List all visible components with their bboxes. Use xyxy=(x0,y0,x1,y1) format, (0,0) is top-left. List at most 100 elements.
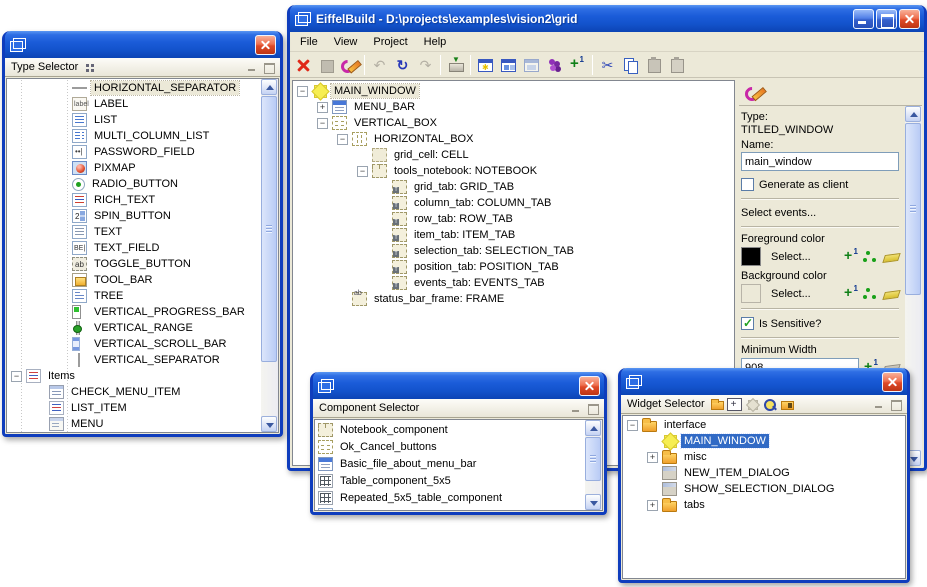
tree-item[interactable]: + MENU_BAR xyxy=(293,99,734,115)
tree-item[interactable]: −HORIZONTAL_BOX xyxy=(293,131,734,147)
expander-minus-icon[interactable]: − xyxy=(317,118,328,129)
tree-item[interactable]: row_tab: ROW_TAB xyxy=(293,211,734,227)
tree-item[interactable]: LIST_ITEM xyxy=(7,400,261,416)
menu-project[interactable]: Project xyxy=(365,33,415,51)
tree-item[interactable]: SHOW_SELECTION_DIALOG xyxy=(623,481,905,497)
widget-selector-header[interactable]: Widget Selector xyxy=(621,395,907,414)
add-one-button[interactable] xyxy=(566,54,589,76)
tree-item-label[interactable]: grid_tab: GRID_TAB xyxy=(411,180,517,194)
tree-item[interactable]: column_tab: COLUMN_TAB xyxy=(293,195,734,211)
tree-item-label[interactable]: LIST xyxy=(91,113,120,127)
maximize-button[interactable] xyxy=(876,9,897,29)
close-button[interactable] xyxy=(579,376,600,396)
foreground-swatch[interactable] xyxy=(741,247,761,266)
close-button[interactable] xyxy=(882,372,903,392)
tree-item[interactable]: −VERTICAL_BOX xyxy=(293,115,734,131)
tree-item-label[interactable]: PASSWORD_FIELD xyxy=(91,145,198,159)
tree-item-label[interactable]: status_bar_frame: FRAME xyxy=(371,292,507,306)
list-item[interactable]: Basic_file_about_menu_bar xyxy=(315,455,585,472)
tree-item-label[interactable]: RICH_TEXT xyxy=(91,193,158,207)
window-preview-button[interactable] xyxy=(497,54,520,76)
tree-item-label[interactable]: Items xyxy=(45,369,78,383)
tree-item[interactable]: events_tab: EVENTS_TAB xyxy=(293,275,734,291)
tree-item-label[interactable]: LABEL xyxy=(91,97,131,111)
scroll-thumb[interactable] xyxy=(905,123,921,295)
tree-item-label[interactable]: SHOW_SELECTION_DIALOG xyxy=(681,482,837,496)
tree-item[interactable]: +misc xyxy=(623,449,905,465)
close-button[interactable] xyxy=(899,9,920,29)
tree-item-label[interactable]: MAIN_WINDOW xyxy=(331,84,419,98)
panel-minimize-button[interactable] xyxy=(569,402,583,415)
scroll-thumb[interactable] xyxy=(261,96,277,362)
tree-item[interactable]: −interface xyxy=(623,417,905,433)
tree-item-label[interactable]: MAIN_WINDOW xyxy=(681,434,769,448)
tree-item[interactable]: status_bar_frame: FRAME xyxy=(293,291,734,307)
tree-item[interactable]: TREE xyxy=(7,288,261,304)
scroll-up-button[interactable] xyxy=(261,79,277,95)
scroll-up-button[interactable] xyxy=(585,420,601,436)
select-events-link[interactable]: Select events... xyxy=(741,205,899,221)
tree-item-label[interactable]: VERTICAL_SCROLL_BAR xyxy=(91,337,229,351)
generate-button[interactable] xyxy=(444,54,467,76)
new-directory-button[interactable] xyxy=(711,401,724,410)
tree-item-label[interactable]: TOGGLE_BUTTON xyxy=(91,257,194,271)
panel-maximize-button[interactable] xyxy=(262,61,276,74)
type-selector-scrollbar[interactable] xyxy=(261,79,278,432)
tree-item-label[interactable]: interface xyxy=(661,418,709,432)
tree-item-label[interactable]: VERTICAL_SEPARATOR xyxy=(91,353,223,367)
list-item[interactable]: Table_component_5x5 xyxy=(315,472,585,489)
tree-item-label[interactable]: MENU_BAR xyxy=(351,100,418,114)
tree-item[interactable]: position_tab: POSITION_TAB xyxy=(293,259,734,275)
search-button[interactable] xyxy=(763,398,778,411)
component-selector-header[interactable]: Component Selector xyxy=(313,399,604,418)
tree-item[interactable]: VERTICAL_SCROLL_BAR xyxy=(7,336,261,352)
list-item-label[interactable]: Repeated_5x5_table_component xyxy=(337,491,505,505)
expander-minus-icon[interactable]: − xyxy=(11,371,22,382)
tree-item[interactable]: +tabs xyxy=(623,497,905,513)
delete-button[interactable] xyxy=(292,54,315,76)
tree-item[interactable]: LABEL xyxy=(7,96,261,112)
expander-plus-icon[interactable]: + xyxy=(317,102,328,113)
component-list[interactable]: Notebook_component Ok_Cancel_buttonsBasic… xyxy=(315,421,585,510)
move-button[interactable] xyxy=(781,401,794,410)
tree-item-label[interactable]: TEXT xyxy=(91,225,125,239)
widget-tree[interactable]: −interfaceMAIN_WINDOW+miscNEW_ITEM_DIALO… xyxy=(623,417,905,578)
tree-item[interactable]: NEW_ITEM_DIALOG xyxy=(623,465,905,481)
list-item[interactable]: Repeated_5x5_table_component xyxy=(315,489,585,506)
tree-item[interactable]: MAIN_WINDOW xyxy=(623,433,905,449)
minimize-button[interactable] xyxy=(853,9,874,29)
tree-item[interactable]: TOOL_BAR xyxy=(7,272,261,288)
panel-maximize-button[interactable] xyxy=(586,402,600,415)
background-swatch[interactable] xyxy=(741,284,761,303)
foreground-select-button[interactable]: Select... xyxy=(771,251,839,263)
menu-file[interactable]: File xyxy=(292,33,326,51)
tree-item-label[interactable]: LIST_ITEM xyxy=(68,401,130,415)
tree-item[interactable]: CHECK_MENU_ITEM xyxy=(7,384,261,400)
copy-button[interactable] xyxy=(619,54,642,76)
tree-item-label[interactable]: item_tab: ITEM_TAB xyxy=(411,228,518,242)
tree-item[interactable]: MULTI_COLUMN_LIST xyxy=(7,128,261,144)
inherit-icon[interactable] xyxy=(863,250,879,264)
tree-item-label[interactable]: VERTICAL_RANGE xyxy=(91,321,196,335)
list-item[interactable]: Ok_Cancel_buttons xyxy=(315,438,585,455)
panel-minimize-button[interactable] xyxy=(872,398,886,411)
tree-item-label[interactable]: TEXT_FIELD xyxy=(91,241,162,255)
tree-item[interactable]: LIST xyxy=(7,112,261,128)
expander-plus-icon[interactable]: + xyxy=(647,452,658,463)
tree-item[interactable]: VERTICAL_SEPARATOR xyxy=(7,352,261,368)
tree-item-label[interactable]: column_tab: COLUMN_TAB xyxy=(411,196,554,210)
generate-as-client-checkbox[interactable] xyxy=(741,178,754,191)
tree-item-label[interactable]: events_tab: EVENTS_TAB xyxy=(411,276,548,290)
tree-item[interactable]: VERTICAL_PROGRESS_BAR xyxy=(7,304,261,320)
scroll-thumb[interactable] xyxy=(585,437,601,481)
widget-selector-titlebar[interactable] xyxy=(621,368,907,395)
name-input[interactable] xyxy=(741,152,899,171)
tree-item-label[interactable]: MENU xyxy=(68,417,106,431)
tree-item[interactable]: MENU xyxy=(7,416,261,432)
list-item-label[interactable]: Ok_Cancel_buttons xyxy=(337,440,440,454)
expander-minus-icon[interactable]: − xyxy=(357,166,368,177)
list-item-label[interactable]: Notebook_component xyxy=(337,423,451,437)
build-button[interactable] xyxy=(338,54,361,76)
tree-item-label[interactable]: MULTI_COLUMN_LIST xyxy=(91,129,212,143)
tree-item[interactable]: TEXT xyxy=(7,224,261,240)
